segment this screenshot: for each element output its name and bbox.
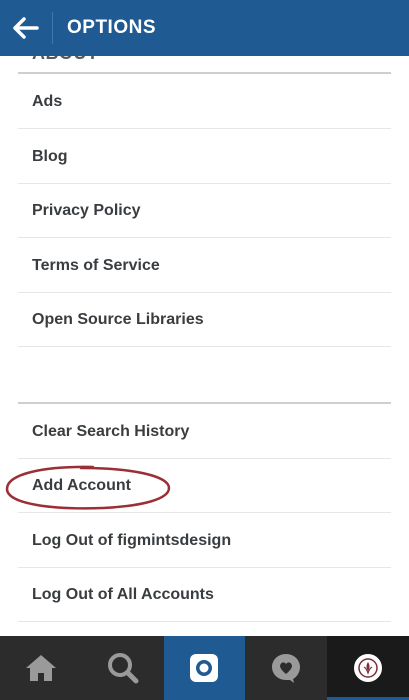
- section-title-about: ABOUT: [32, 56, 99, 64]
- profile-logo-icon: [358, 658, 378, 678]
- nav-activity[interactable]: [245, 636, 327, 700]
- top-bar: OPTIONS: [0, 0, 409, 56]
- list-item-privacy-policy[interactable]: Privacy Policy: [18, 184, 391, 238]
- list-item-open-source-libraries[interactable]: Open Source Libraries: [18, 293, 391, 347]
- camera-icon: [190, 654, 219, 682]
- list-item-log-out-all[interactable]: Log Out of All Accounts: [18, 568, 391, 622]
- options-list[interactable]: ABOUT Ads Blog Privacy Policy Terms of S…: [0, 56, 409, 636]
- nav-camera[interactable]: [163, 636, 246, 700]
- heart-bubble-icon: [272, 654, 301, 683]
- list-item-label: Open Source Libraries: [32, 310, 204, 328]
- list-item-label: Clear Search History: [32, 422, 190, 440]
- list-item-blog[interactable]: Blog: [18, 130, 391, 184]
- nav-profile[interactable]: [327, 636, 409, 700]
- list-item-log-out-account[interactable]: Log Out of figmintsdesign: [18, 514, 391, 568]
- list-item-add-account[interactable]: Add Account: [18, 459, 391, 513]
- list-item-ads[interactable]: Ads: [18, 75, 391, 129]
- section-divider-account: [18, 402, 391, 404]
- nav-home[interactable]: [0, 636, 82, 700]
- list-item-label: Privacy Policy: [32, 201, 141, 219]
- nav-search[interactable]: [82, 636, 164, 700]
- search-icon: [107, 653, 139, 684]
- bottom-navigation: [0, 636, 409, 700]
- section-divider-about: [18, 72, 391, 74]
- list-item-clear-search-history[interactable]: Clear Search History: [18, 405, 391, 459]
- arrow-left-icon: [13, 17, 39, 39]
- list-item-label: Ads: [32, 92, 63, 110]
- list-item-label: Terms of Service: [32, 256, 160, 274]
- list-item-label: Blog: [32, 147, 68, 165]
- list-item-label: Add Account: [32, 476, 131, 494]
- back-button[interactable]: [0, 0, 52, 56]
- list-item-terms-of-service[interactable]: Terms of Service: [18, 239, 391, 293]
- list-item-label: Log Out of All Accounts: [32, 585, 214, 603]
- list-item-label: Log Out of figmintsdesign: [32, 531, 232, 549]
- header-divider: [52, 12, 53, 44]
- home-icon: [25, 655, 56, 681]
- avatar: [354, 654, 383, 682]
- options-screen: OPTIONS ABOUT Ads Blog Privacy Policy Te…: [0, 0, 409, 700]
- page-title: OPTIONS: [67, 17, 157, 38]
